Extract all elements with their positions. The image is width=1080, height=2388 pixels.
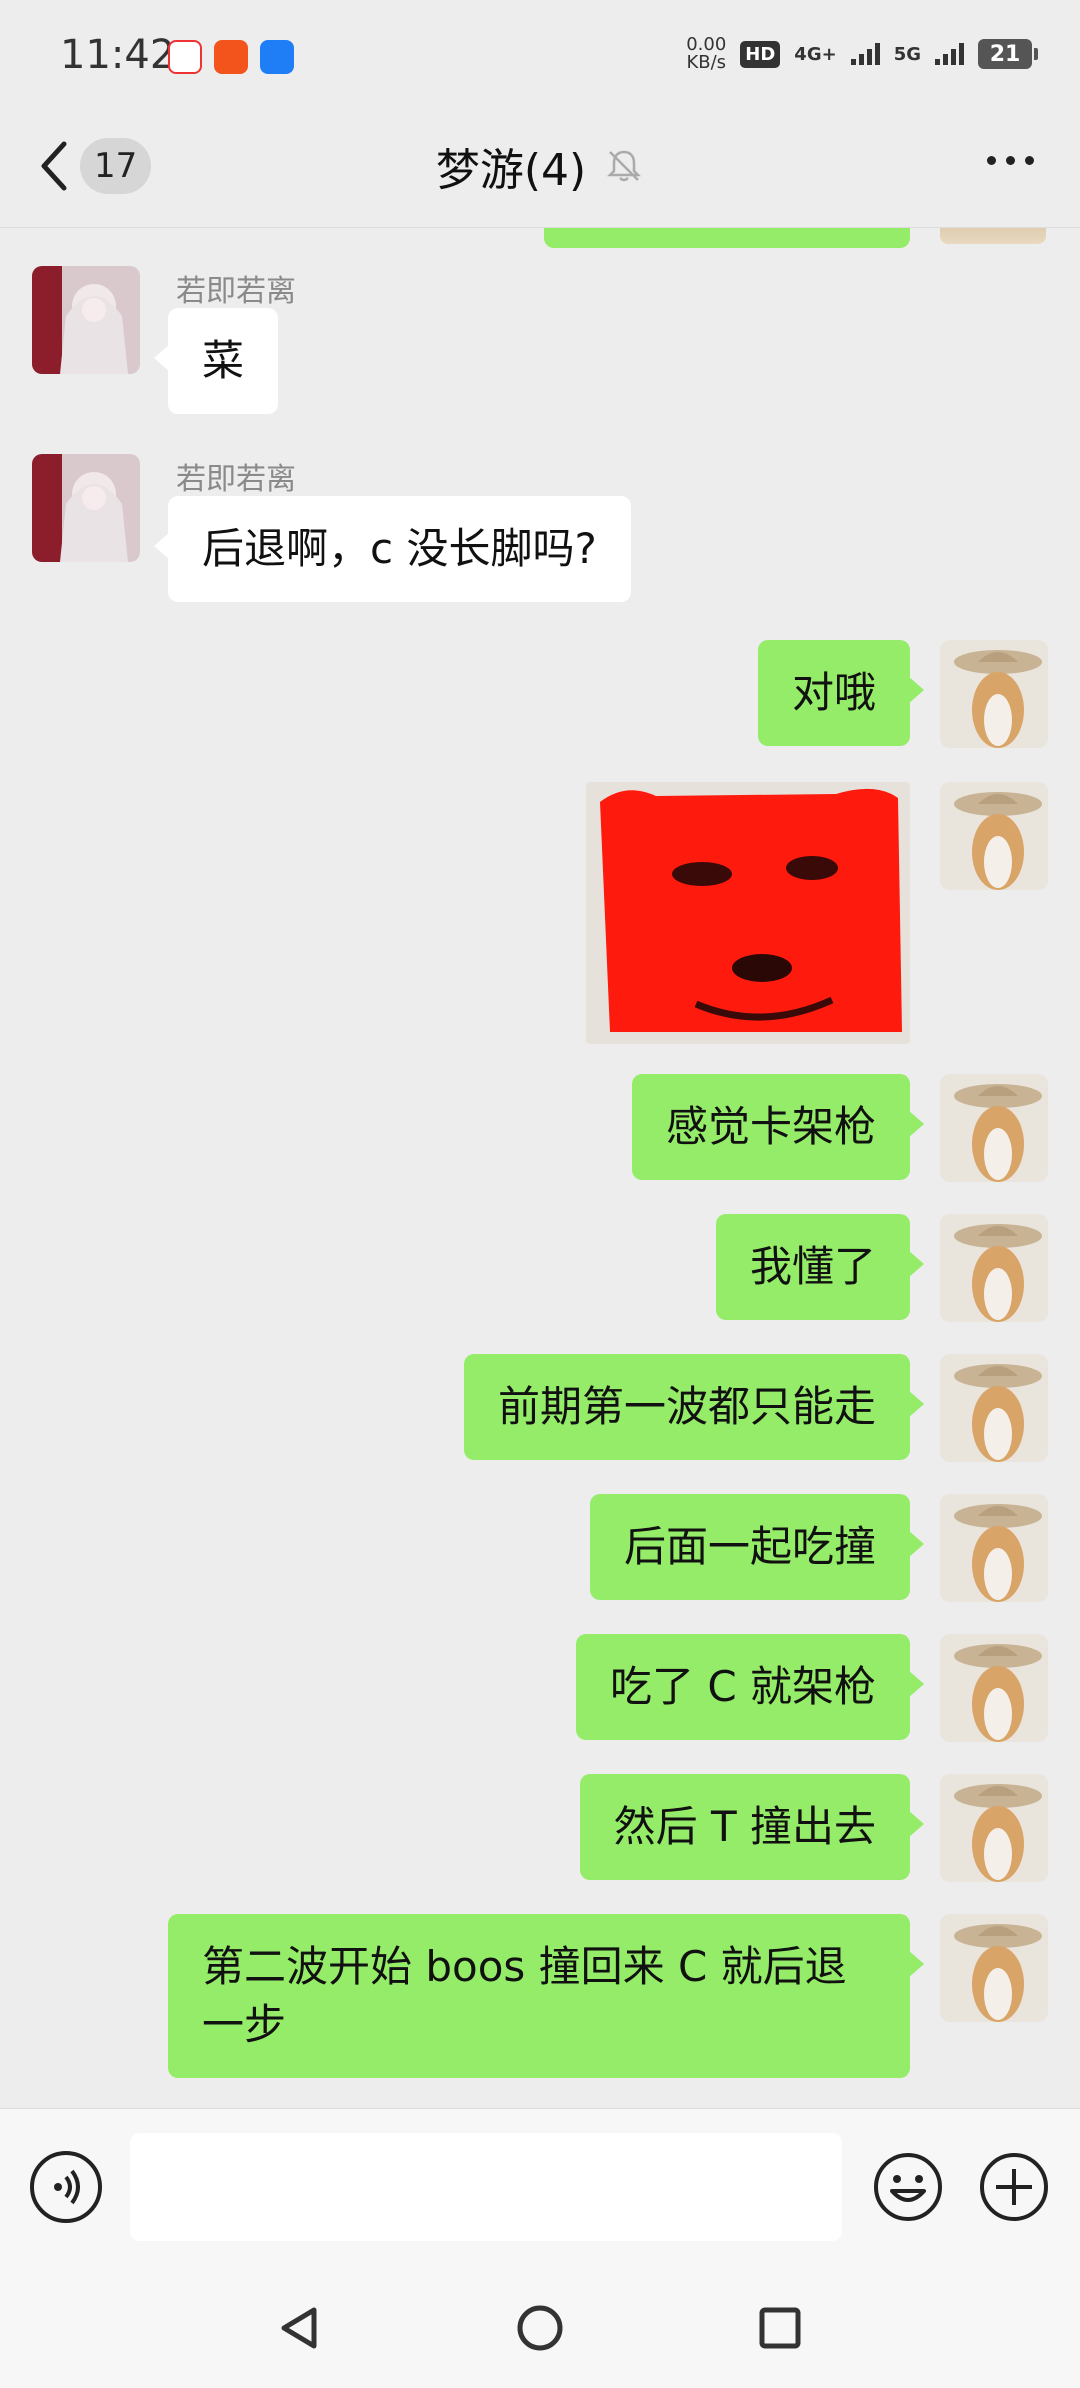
sender-name: 若即若离 (176, 274, 296, 309)
plus-circle-icon (980, 2153, 1048, 2221)
net-speed-unit: KB/s (686, 52, 727, 73)
status-time: 11:42 (60, 32, 176, 78)
more-actions-button[interactable] (978, 2151, 1050, 2223)
hd-badge: HD (740, 40, 781, 68)
status-bar: 11:42 0.00 KB/s HD 4G+ 5G 21 (0, 0, 1080, 110)
avatar[interactable] (940, 640, 1048, 748)
avatar[interactable] (32, 454, 140, 562)
map-app-icon (168, 40, 202, 74)
sender-name: 若即若离 (176, 462, 296, 497)
message-bubble[interactable]: 后退啊，c 没长脚吗? (154, 496, 631, 602)
nav-home-button[interactable] (510, 2298, 570, 2358)
cat-avatar-icon (940, 1634, 1048, 1742)
net-speed: 0.00 KB/s (686, 36, 726, 72)
status-indicators: 0.00 KB/s HD 4G+ 5G 21 (686, 36, 1038, 72)
avatar[interactable] (940, 1634, 1048, 1742)
shopping-app-icon (214, 40, 248, 74)
partial-message-bubble[interactable] (544, 228, 910, 248)
message-bubble[interactable]: 后面一起吃撞 (589, 1494, 925, 1600)
emoji-button[interactable] (872, 2151, 944, 2223)
avatar[interactable] (940, 1354, 1048, 1462)
more-dot (1025, 156, 1034, 165)
avatar[interactable] (940, 1074, 1048, 1182)
message-bubble[interactable]: 菜 (153, 308, 279, 414)
cat-avatar-icon (940, 1214, 1048, 1322)
message-bubble[interactable]: 吃了 C 就架枪 (575, 1634, 925, 1740)
voice-icon (54, 2169, 80, 2205)
smiley-icon (874, 2153, 942, 2221)
battery-icon: 21 (978, 39, 1038, 69)
message-input[interactable] (130, 2133, 842, 2241)
signal-bars-icon (850, 43, 880, 65)
input-bar (0, 2108, 1080, 2268)
signal-bars-icon (935, 43, 964, 65)
red-face-sticker-image (586, 782, 910, 1044)
message-bubble[interactable]: 感觉卡架枪 (631, 1074, 925, 1180)
more-dots-icon (987, 156, 996, 165)
nav-recents-button[interactable] (750, 2298, 810, 2358)
status-app-icons (168, 40, 294, 74)
message-list[interactable]: 若即若离 菜 若即若离 后退啊，c 没长脚吗? 对哦 感觉卡架枪 我懂了 前期第… (0, 228, 1080, 2108)
anime-girl-avatar-icon (32, 454, 140, 562)
anime-girl-avatar-icon (32, 266, 140, 374)
chat-header: 17 梦游(4) (0, 110, 1080, 228)
avatar[interactable] (32, 266, 140, 374)
sim1-label: 4G+ (794, 43, 837, 65)
voice-input-button[interactable] (30, 2151, 102, 2223)
avatar[interactable] (940, 228, 1046, 244)
avatar[interactable] (940, 1914, 1048, 2022)
message-bubble[interactable]: 我懂了 (715, 1214, 925, 1320)
bell-muted-icon (607, 150, 642, 182)
avatar[interactable] (940, 782, 1048, 890)
cat-avatar-icon (940, 1354, 1048, 1462)
cat-avatar-icon (940, 782, 1048, 890)
nav-back-button[interactable] (270, 2298, 330, 2358)
cat-avatar-icon (940, 640, 1048, 748)
cat-avatar-icon (940, 1774, 1048, 1882)
message-bubble[interactable]: 然后 T 撞出去 (579, 1774, 925, 1880)
circle-home-icon (517, 2305, 563, 2351)
chat-title-text: 梦游(4) (435, 145, 587, 196)
cat-avatar-icon (940, 1494, 1048, 1602)
message-bubble[interactable]: 对哦 (757, 640, 925, 746)
message-bubble[interactable]: 前期第一波都只能走 (463, 1354, 925, 1460)
more-button[interactable] (987, 156, 1034, 165)
square-recents-icon (759, 2307, 801, 2349)
avatar[interactable] (940, 1214, 1048, 1322)
cloud-app-icon (260, 40, 294, 74)
triangle-back-icon (281, 2307, 317, 2349)
chat-title: 梦游(4) (0, 134, 1080, 198)
red-face-sticker[interactable] (586, 782, 910, 1044)
system-nav-bar (0, 2268, 1080, 2388)
avatar[interactable] (940, 1494, 1048, 1602)
avatar[interactable] (940, 1774, 1048, 1882)
cat-avatar-icon (940, 1914, 1048, 2022)
message-bubble[interactable]: 第二波开始 boos 撞回来 C 就后退 一步 (168, 1914, 924, 2078)
cat-avatar-icon (940, 1074, 1048, 1182)
more-dot (1006, 156, 1015, 165)
sim2-label: 5G (893, 43, 921, 65)
